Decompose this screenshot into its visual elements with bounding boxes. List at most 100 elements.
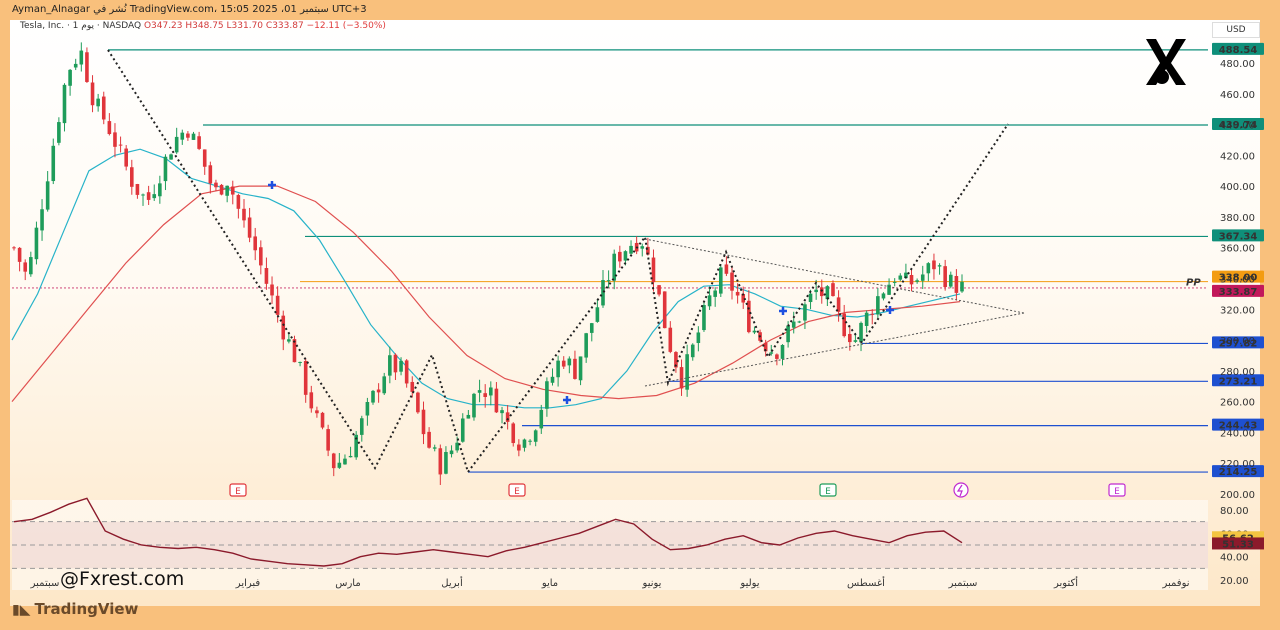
change-value: −12.11 (−3.50%) bbox=[306, 21, 386, 31]
candle-body bbox=[803, 304, 807, 321]
candle-body bbox=[769, 352, 774, 354]
price-tick-label: 400.00 bbox=[1220, 182, 1255, 193]
candle-body bbox=[214, 182, 218, 188]
candle-body bbox=[618, 251, 622, 262]
candle-body bbox=[326, 429, 330, 451]
candle-body bbox=[343, 458, 347, 465]
price-axis: 480.00 460.00 440.00 420.00 400.00 380.00 360.… bbox=[1220, 59, 1255, 501]
candle-body bbox=[556, 360, 560, 378]
candle-body bbox=[90, 82, 95, 106]
candle-body bbox=[124, 148, 128, 167]
candle-body bbox=[533, 430, 538, 442]
candle-body bbox=[404, 360, 409, 384]
candle-body bbox=[786, 325, 790, 343]
candle-body bbox=[864, 312, 869, 326]
candle-body bbox=[287, 339, 291, 342]
candle-body bbox=[331, 453, 336, 469]
candle-body bbox=[410, 381, 415, 392]
candle-body bbox=[17, 247, 22, 262]
price-tick-label: 200.00 bbox=[1220, 490, 1255, 501]
candle-body bbox=[466, 414, 471, 419]
price-tick-label: 360.00 bbox=[1220, 244, 1255, 255]
candle-body bbox=[696, 332, 701, 344]
candle-body bbox=[932, 260, 936, 270]
brand-text: TradingView bbox=[34, 600, 139, 618]
candle-body bbox=[315, 410, 319, 414]
high-value: H348.75 bbox=[185, 21, 224, 31]
candle-body bbox=[825, 286, 830, 300]
candle-body bbox=[915, 280, 919, 282]
candle-body bbox=[926, 263, 931, 274]
month-label: مايو bbox=[541, 578, 558, 589]
candle-body bbox=[848, 333, 852, 343]
candle-body bbox=[259, 247, 263, 266]
candle-body bbox=[606, 280, 611, 282]
price-chart[interactable]: 488.54439.74367.34338.00333.87297.82273.… bbox=[0, 0, 1280, 630]
candle-body bbox=[388, 355, 392, 376]
earnings-marker-label: E bbox=[514, 487, 520, 497]
candle-body bbox=[146, 192, 151, 200]
candle-body bbox=[337, 462, 342, 468]
candle-body bbox=[158, 183, 162, 197]
candle-body bbox=[814, 289, 818, 293]
rsi-pane: 80.0060.0040.0020.0056.6251.33 bbox=[12, 497, 1264, 590]
candle-body bbox=[427, 431, 431, 448]
watermark-text: @Fxrest.com bbox=[60, 568, 185, 590]
candle-body bbox=[920, 274, 925, 281]
candle-body bbox=[348, 455, 353, 458]
candle-body bbox=[791, 321, 796, 328]
candle-body bbox=[657, 285, 661, 295]
candle-body bbox=[152, 194, 157, 199]
month-label: سبتمبر bbox=[30, 578, 60, 589]
candle-body bbox=[573, 358, 577, 379]
symbol-name: Tesla, Inc. · 1 يوم · NASDAQ bbox=[20, 21, 142, 31]
candle-body bbox=[303, 360, 308, 395]
currency-label[interactable]: USD bbox=[1212, 22, 1260, 38]
candle-body bbox=[870, 313, 875, 315]
candle-body bbox=[505, 412, 510, 422]
candle-body bbox=[561, 360, 566, 367]
rsi-value-label: 51.33 bbox=[1222, 539, 1254, 550]
candle-body bbox=[595, 307, 600, 322]
candle-body bbox=[528, 440, 532, 442]
candle-body bbox=[500, 410, 504, 414]
candle-body bbox=[724, 264, 729, 274]
candle-body bbox=[584, 333, 588, 358]
candle-body bbox=[23, 262, 28, 272]
month-label: أبريل bbox=[441, 576, 463, 589]
candle-body bbox=[545, 381, 549, 409]
candle-body bbox=[494, 388, 499, 413]
candle-body bbox=[623, 251, 628, 261]
candle-body bbox=[393, 354, 398, 373]
candle-body bbox=[29, 257, 33, 275]
candle-body bbox=[399, 360, 403, 372]
candle-body bbox=[629, 245, 633, 254]
cross-marker-icon bbox=[886, 306, 894, 314]
candle-body bbox=[522, 439, 527, 448]
pp-label: PP bbox=[1186, 278, 1201, 289]
candle-body bbox=[640, 246, 645, 249]
candle-body bbox=[242, 208, 246, 221]
month-label: يونيو bbox=[642, 578, 662, 589]
candle-body bbox=[219, 184, 224, 195]
month-label: أغسطس bbox=[847, 576, 885, 589]
month-label: يوليو bbox=[739, 578, 759, 589]
ohlc-legend: Tesla, Inc. · 1 يوم · NASDAQ O347.23 H34… bbox=[20, 21, 386, 31]
candle-body bbox=[225, 185, 229, 196]
candle-body bbox=[101, 96, 106, 120]
candle-body bbox=[432, 447, 437, 449]
triangle-lower-line bbox=[644, 312, 1025, 387]
candle-body bbox=[472, 393, 476, 418]
candle-body bbox=[881, 293, 886, 299]
earnings-marker-label: E bbox=[1114, 487, 1120, 497]
candle-body bbox=[685, 354, 689, 390]
price-tick-label: 380.00 bbox=[1220, 213, 1255, 224]
candle-body bbox=[567, 358, 572, 366]
candle-body bbox=[444, 451, 448, 474]
candle-body bbox=[163, 156, 168, 182]
cross-marker-icon bbox=[779, 307, 787, 315]
candle-body bbox=[550, 376, 555, 383]
tradingview-brand[interactable]: ▮◣ TradingView bbox=[12, 600, 138, 618]
candle-body bbox=[735, 291, 740, 296]
candle-body bbox=[85, 52, 89, 82]
